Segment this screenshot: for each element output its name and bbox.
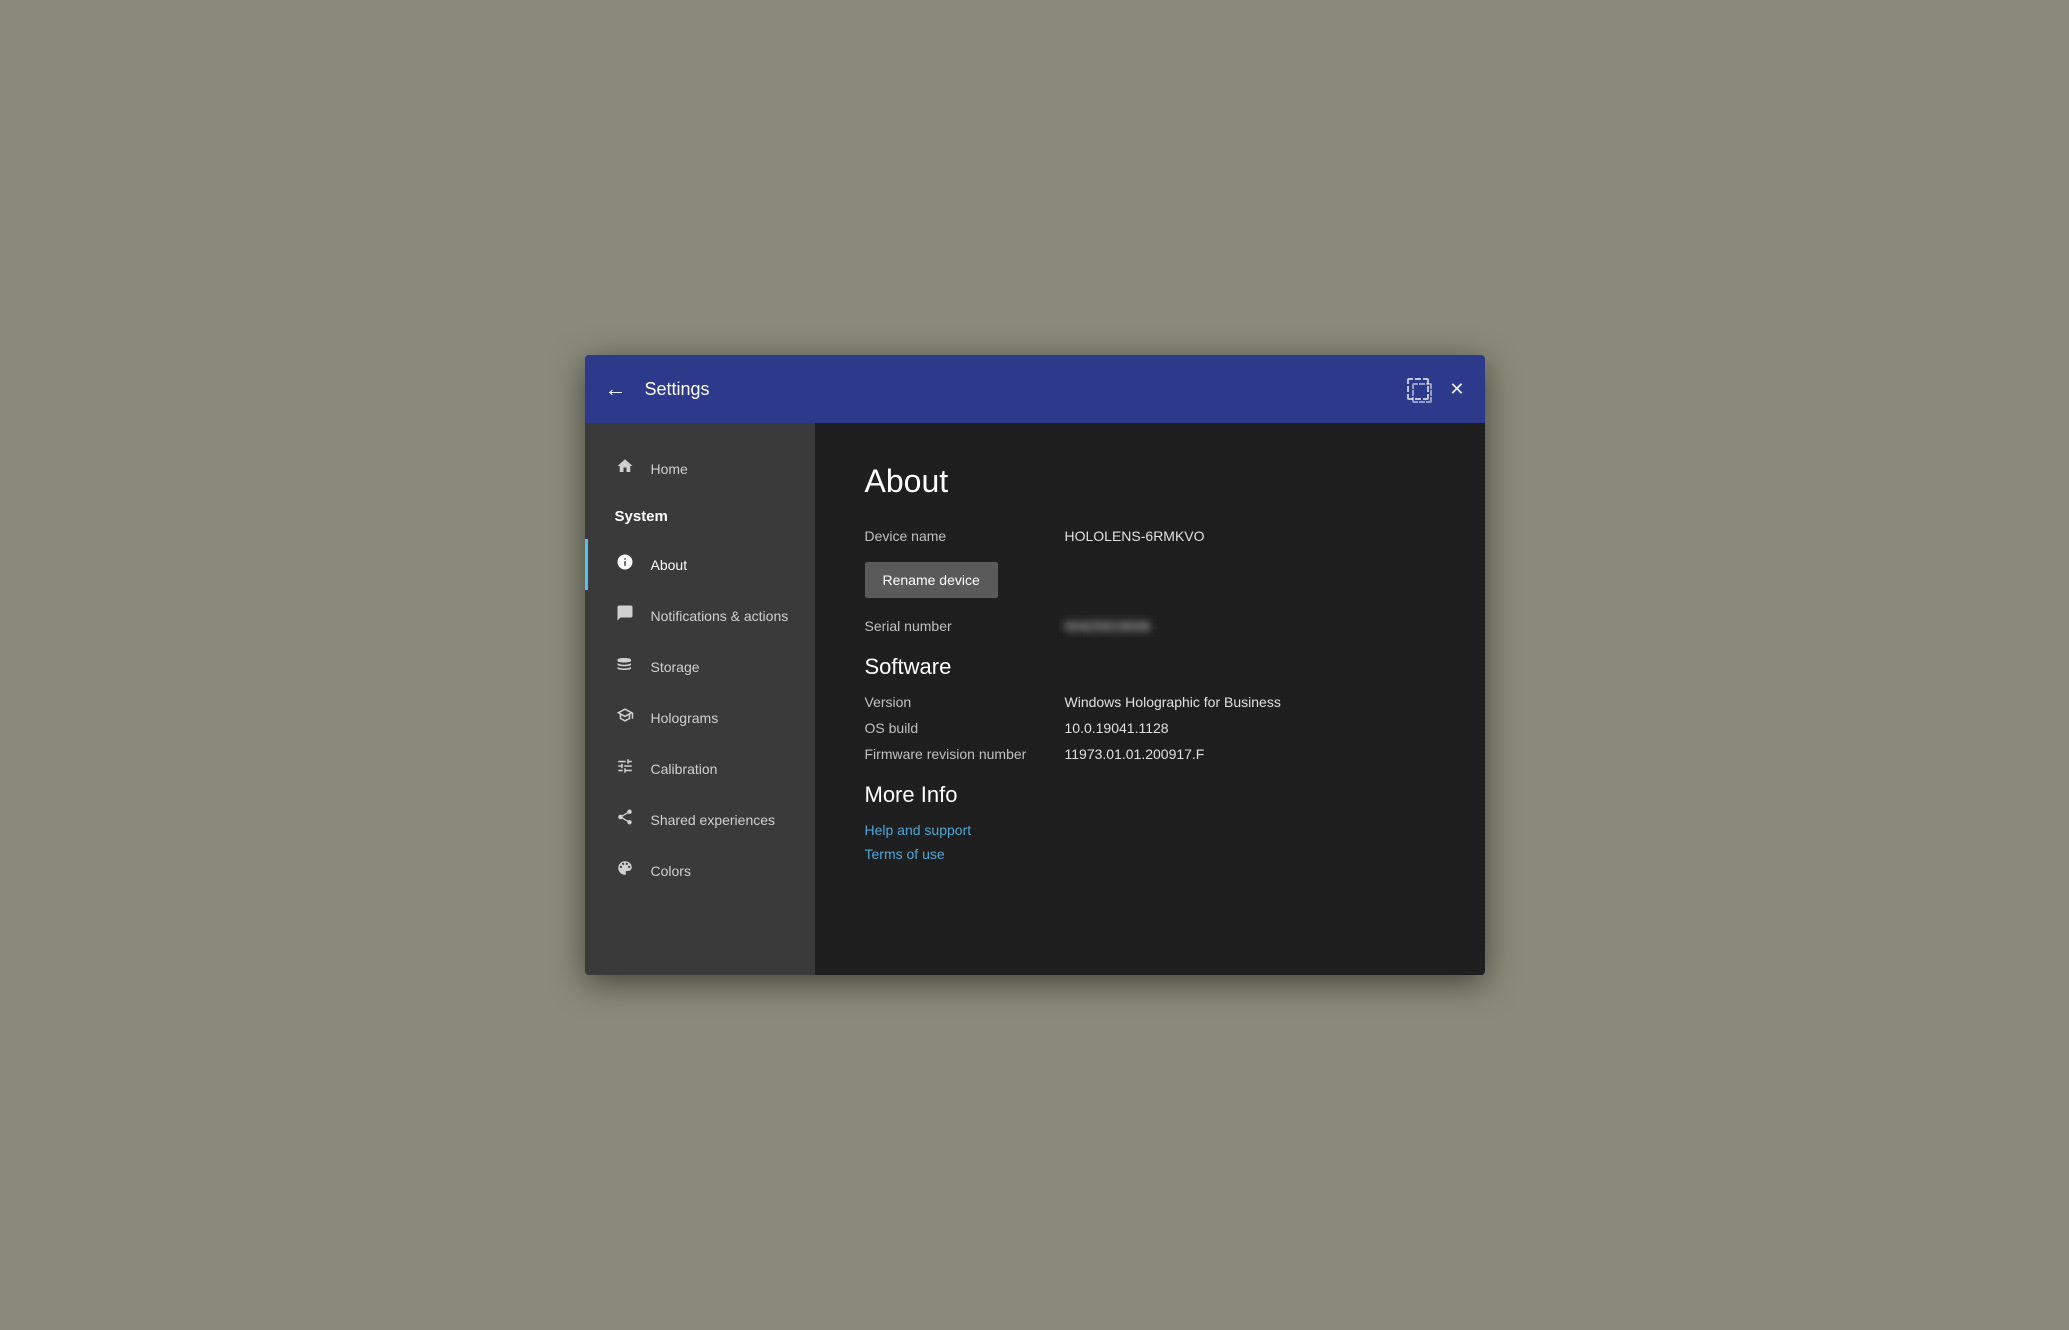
sidebar-item-storage[interactable]: Storage	[585, 641, 815, 692]
sidebar-item-home[interactable]: Home	[585, 443, 815, 494]
titlebar: ← Settings ✕	[585, 355, 1485, 423]
firmware-row: Firmware revision number 11973.01.01.200…	[865, 746, 1435, 762]
os-build-label: OS build	[865, 720, 1065, 736]
content-area: Home System About Notificat	[585, 423, 1485, 975]
serial-number-row: Serial number 00425919006	[865, 618, 1435, 634]
software-heading: Software	[865, 654, 1435, 680]
sidebar-item-shared[interactable]: Shared experiences	[585, 794, 815, 845]
holograms-icon	[615, 706, 635, 729]
calibration-icon	[615, 757, 635, 780]
sidebar-storage-label: Storage	[651, 659, 700, 675]
sidebar-colors-label: Colors	[651, 863, 691, 879]
shared-icon	[615, 808, 635, 831]
storage-icon	[615, 655, 635, 678]
sidebar-home-label: Home	[651, 461, 688, 477]
device-name-row: Device name HOLOLENS-6RMKVO	[865, 528, 1435, 544]
serial-number-value: 00425919006	[1065, 618, 1151, 634]
sidebar: Home System About Notificat	[585, 423, 815, 975]
notifications-icon	[615, 604, 635, 627]
terms-of-use-link[interactable]: Terms of use	[865, 846, 1435, 862]
serial-number-label: Serial number	[865, 618, 1065, 634]
titlebar-controls: ✕	[1407, 378, 1464, 400]
device-name-label: Device name	[865, 528, 1065, 544]
sidebar-item-holograms[interactable]: Holograms	[585, 692, 815, 743]
settings-window: ← Settings ✕ Home System	[585, 355, 1485, 975]
version-row: Version Windows Holographic for Business	[865, 694, 1435, 710]
os-build-value: 10.0.19041.1128	[1065, 720, 1169, 736]
back-button[interactable]: ←	[605, 378, 627, 400]
main-content: About Device name HOLOLENS-6RMKVO Rename…	[815, 423, 1485, 975]
sidebar-item-colors[interactable]: Colors	[585, 845, 815, 896]
sidebar-shared-label: Shared experiences	[651, 812, 776, 828]
rename-device-button[interactable]: Rename device	[865, 562, 998, 598]
colors-icon	[615, 859, 635, 882]
sidebar-item-calibration[interactable]: Calibration	[585, 743, 815, 794]
about-icon	[615, 553, 635, 576]
help-support-link[interactable]: Help and support	[865, 822, 1435, 838]
snap-icon[interactable]	[1407, 378, 1429, 400]
sidebar-system-label: System	[585, 494, 815, 539]
os-build-row: OS build 10.0.19041.1128	[865, 720, 1435, 736]
sidebar-calibration-label: Calibration	[651, 761, 718, 777]
window-title: Settings	[645, 379, 1408, 400]
firmware-label: Firmware revision number	[865, 746, 1065, 762]
close-button[interactable]: ✕	[1449, 379, 1464, 400]
device-name-value: HOLOLENS-6RMKVO	[1065, 528, 1205, 544]
version-label: Version	[865, 694, 1065, 710]
version-value: Windows Holographic for Business	[1065, 694, 1281, 710]
sidebar-about-label: About	[651, 557, 688, 573]
page-title: About	[865, 463, 1435, 500]
more-info-heading: More Info	[865, 782, 1435, 808]
firmware-value: 11973.01.01.200917.F	[1065, 746, 1205, 762]
sidebar-item-about[interactable]: About	[585, 539, 815, 590]
home-icon	[615, 457, 635, 480]
sidebar-holograms-label: Holograms	[651, 710, 719, 726]
sidebar-item-notifications[interactable]: Notifications & actions	[585, 590, 815, 641]
sidebar-notifications-label: Notifications & actions	[651, 608, 789, 624]
